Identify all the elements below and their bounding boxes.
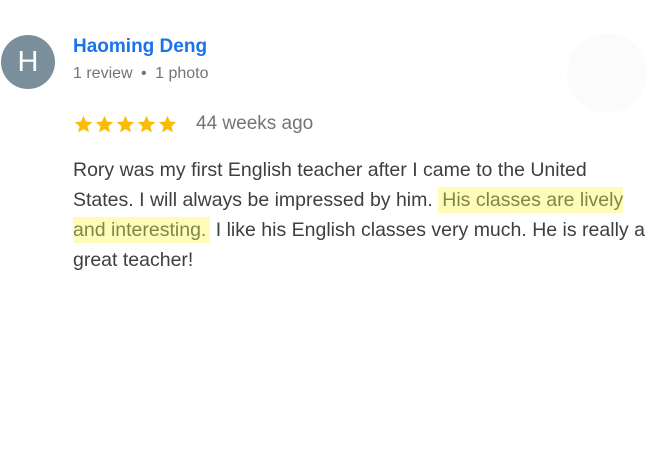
reviewer-avatar[interactable]: H [1,35,55,89]
reviewer-name-link[interactable]: Haoming Deng [73,36,207,58]
photo-count: 1 photo [155,65,209,82]
rating-row: 44 weeks ago [73,111,313,137]
review-time: 44 weeks ago [196,113,314,134]
star-icon [115,114,136,135]
star-rating [73,114,178,135]
star-icon [73,114,94,135]
star-icon [94,114,115,135]
reviewer-meta: 1 review • 1 photo [73,65,208,83]
avatar-initial: H [17,45,39,78]
review-count: 1 review [73,65,133,82]
star-icon [136,114,157,135]
review-photo-thumbnail[interactable] [567,33,647,113]
review-text: Rory was my first English teacher after … [73,155,648,275]
meta-separator: • [141,65,147,82]
star-icon [157,114,178,135]
